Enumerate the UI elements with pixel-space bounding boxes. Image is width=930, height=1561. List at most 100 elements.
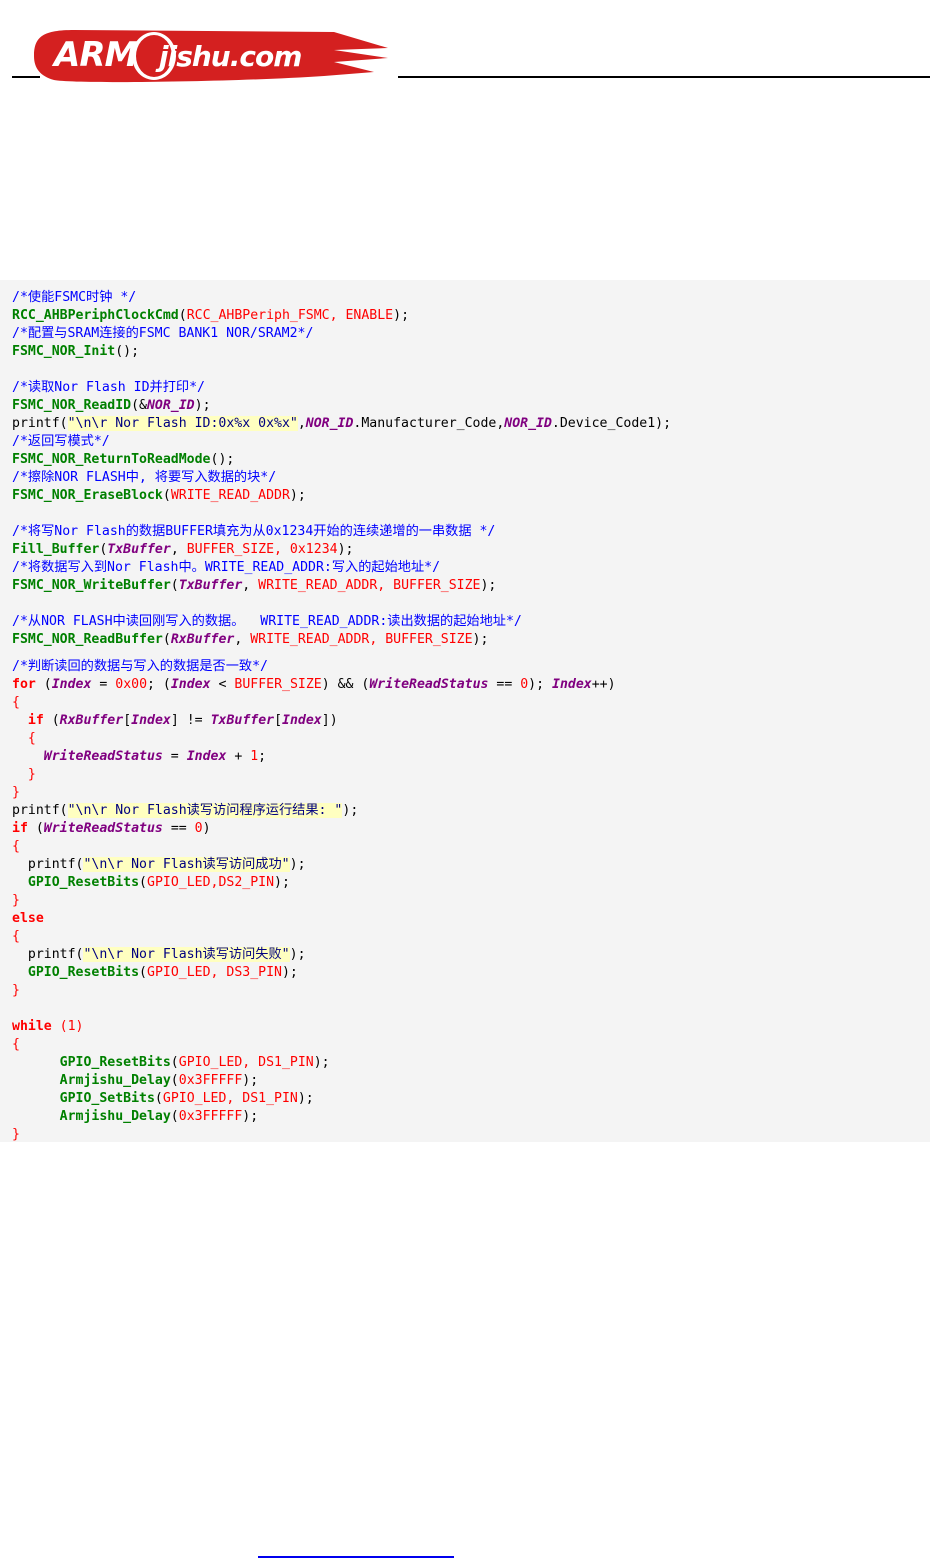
code-line: if (RxBuffer[Index] != TxBuffer[Index]): [12, 712, 338, 730]
code-token: ,: [297, 416, 306, 431]
code-token: .Manufacturer_Code,: [353, 416, 505, 431]
code-line: {: [12, 928, 20, 946]
code-line: /*将写Nor Flash的数据BUFFER填充为从0x1234开始的连续递增的…: [12, 523, 495, 541]
code-token: /*擦除NOR FLASH中, 将要写入数据的块*/: [12, 470, 277, 485]
code-token: 0x3FFFFF: [178, 1109, 243, 1124]
code-token: ]): [321, 713, 338, 728]
code-token: ; (: [147, 677, 171, 692]
code-token: (: [139, 965, 147, 980]
code-token: WriteReadStatus: [369, 677, 489, 692]
code-token: printf(: [12, 947, 84, 962]
code-line: FSMC_NOR_ReadBuffer(RxBuffer, WRITE_READ…: [12, 631, 488, 649]
code-token: /*从NOR FLASH中读回刚写入的数据。 WRITE_READ_ADDR:读…: [12, 614, 522, 629]
code-token: WriteReadStatus: [43, 821, 163, 836]
armjishu-logo: ARM jishu.com: [34, 28, 388, 84]
code-token: 0: [194, 821, 203, 836]
code-line: RCC_AHBPeriphClockCmd(RCC_AHBPeriph_FSMC…: [12, 307, 409, 325]
code-line: {: [12, 1036, 20, 1054]
code-token: [: [123, 713, 132, 728]
code-listing: /*使能FSMC时钟 */RCC_AHBPeriphClockCmd(RCC_A…: [0, 280, 930, 1142]
code-line: }: [12, 982, 20, 1000]
code-line: /*将数据写入到Nor Flash中。WRITE_READ_ADDR:写入的起始…: [12, 559, 440, 577]
code-token: WRITE_READ_ADDR, BUFFER_SIZE: [250, 632, 473, 647]
code-token: GPIO_ResetBits: [59, 1055, 171, 1070]
code-token: GPIO_LED, DS1_PIN: [162, 1091, 298, 1106]
code-token: );: [297, 1091, 314, 1106]
code-line: FSMC_NOR_WriteBuffer(TxBuffer, WRITE_REA…: [12, 577, 496, 595]
page-header: ARM jishu.com: [0, 0, 930, 90]
code-token: );: [194, 398, 211, 413]
code-token: (: [170, 1073, 179, 1088]
code-token: =: [162, 749, 187, 764]
code-token: 0x00: [115, 677, 148, 692]
code-token: }: [12, 983, 20, 998]
code-token: );: [337, 542, 354, 557]
logo-main-text: ARM: [54, 35, 138, 75]
code-token: (: [162, 488, 171, 503]
code-token: );: [480, 578, 497, 593]
code-line: /*从NOR FLASH中读回刚写入的数据。 WRITE_READ_ADDR:读…: [12, 613, 522, 631]
code-token: if: [12, 821, 28, 836]
code-token: Armjishu_Delay: [59, 1073, 171, 1088]
code-token: Fill_Buffer: [12, 542, 100, 557]
code-token: );: [472, 632, 489, 647]
code-line: Armjishu_Delay(0x3FFFFF);: [12, 1072, 259, 1090]
code-token: "\n\r Nor Flash读写访问成功": [83, 857, 290, 872]
code-token: (&: [131, 398, 147, 413]
code-token: GPIO_ResetBits: [27, 965, 140, 980]
code-token: }: [12, 893, 20, 908]
code-token: (: [154, 1091, 163, 1106]
code-token: RxBuffer: [170, 632, 235, 647]
code-token: ==: [488, 677, 521, 692]
code-token: FSMC_NOR_ReturnToReadMode: [12, 452, 211, 467]
code-line: GPIO_ResetBits(GPIO_LED, DS3_PIN);: [12, 964, 298, 982]
code-token: }: [12, 767, 36, 782]
code-line: /*判断读回的数据与写入的数据是否一致*/: [12, 658, 268, 676]
code-line: GPIO_ResetBits(GPIO_LED,DS2_PIN);: [12, 874, 290, 892]
code-line: FSMC_NOR_Init();: [12, 343, 139, 361]
code-token: Index: [170, 677, 211, 692]
code-token: );: [289, 947, 306, 962]
code-token: /*读取Nor Flash ID并打印*/: [12, 380, 205, 395]
code-token: TxBuffer: [210, 713, 275, 728]
code-token: (: [170, 1055, 179, 1070]
code-line: /*读取Nor Flash ID并打印*/: [12, 379, 205, 397]
code-token: }: [12, 1127, 20, 1142]
code-token: );: [242, 1109, 259, 1124]
code-line: printf("\n\r Nor Flash读写访问成功");: [12, 856, 306, 874]
code-token: BUFFER_SIZE, 0x1234: [186, 542, 338, 557]
code-token: ();: [210, 452, 235, 467]
code-token: (: [43, 713, 60, 728]
code-token: ();: [115, 344, 140, 359]
code-token: 0x3FFFFF: [178, 1073, 243, 1088]
code-token: FSMC_NOR_ReadID: [12, 398, 132, 413]
code-token: );: [313, 1055, 330, 1070]
code-line: for (Index = 0x00; (Index < BUFFER_SIZE)…: [12, 676, 616, 694]
code-token: while: [12, 1019, 52, 1034]
code-token: );: [289, 488, 306, 503]
code-token: "\n\r Nor Flash读写访问失败": [83, 947, 290, 962]
code-token: .Device_Code1);: [551, 416, 672, 431]
code-token: {: [12, 731, 36, 746]
code-token: NOR_ID: [504, 416, 552, 431]
logo-wordmark: ARM jishu.com: [54, 35, 302, 75]
code-token: (: [178, 308, 187, 323]
code-token: <: [210, 677, 235, 692]
footer-link-underline[interactable]: [258, 1556, 454, 1558]
code-token: /*配置与SRAM连接的FSMC BANK1 NOR/SRAM2*/: [12, 326, 314, 341]
code-token: NOR_ID: [146, 398, 195, 413]
code-token: );: [242, 1073, 259, 1088]
code-token: 0: [520, 677, 529, 692]
code-token: RCC_AHBPeriph_FSMC, ENABLE: [186, 308, 394, 323]
code-token: ;: [258, 749, 267, 764]
code-token: =: [91, 677, 116, 692]
code-token: (: [27, 821, 44, 836]
code-token: TxBuffer: [107, 542, 171, 557]
code-token: FSMC_NOR_ReadBuffer: [12, 632, 163, 647]
code-token: (1): [59, 1019, 84, 1034]
code-line: /*使能FSMC时钟 */: [12, 289, 136, 307]
code-line: FSMC_NOR_ReturnToReadMode();: [12, 451, 234, 469]
code-token: RxBuffer: [59, 713, 124, 728]
